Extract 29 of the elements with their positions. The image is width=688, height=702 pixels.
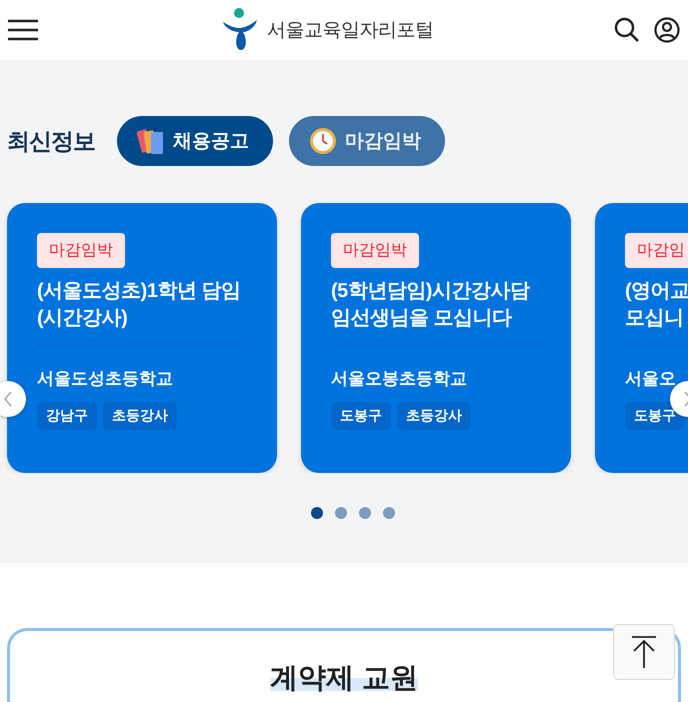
pagination-dot[interactable]: [359, 507, 371, 519]
tab[interactable]: 채용공고: [117, 116, 273, 166]
job-title: (5학년담임)시간강사담임선생님을 모십니다: [331, 279, 531, 331]
tag: 초등강사: [397, 402, 471, 430]
clock-icon: [309, 127, 337, 155]
deadline-badge: 마감임박: [37, 233, 125, 268]
job-title: (서울도성초)1학년 담임 (시간강사): [37, 279, 242, 331]
tag: 초등강사: [103, 402, 177, 430]
scroll-top-button[interactable]: [613, 624, 675, 680]
tag: 도봉구: [331, 402, 391, 430]
user-icon[interactable]: [654, 17, 680, 43]
site-title: 서울교육일자리포털: [266, 19, 434, 43]
deadline-badge: 마감임: [625, 233, 688, 268]
menu-button[interactable]: [8, 19, 38, 41]
school-name: 서울도성초등학교: [37, 368, 174, 390]
pagination-dot[interactable]: [311, 507, 323, 519]
deadline-badge: 마감임박: [331, 233, 419, 268]
job-card[interactable]: 마감임박 (5학년담임)시간강사담임선생님을 모십니다 서울오봉초등학교 도봉구 초등강사: [301, 203, 571, 473]
school-name: 서울오: [625, 368, 677, 390]
pagination-dot[interactable]: [335, 507, 347, 519]
search-icon[interactable]: [614, 17, 640, 43]
job-card[interactable]: 마감임박 (서울도성초)1학년 담임 (시간강사) 서울도성초등학교 강남구 초등강사: [7, 203, 277, 473]
pagination-dot[interactable]: [383, 507, 395, 519]
tab[interactable]: 마감임박: [289, 116, 445, 166]
tag: 강남구: [37, 402, 97, 430]
arrow-up-icon: [631, 635, 657, 669]
school-name: 서울오봉초등학교: [331, 368, 468, 390]
chevron-left-icon: [3, 391, 13, 407]
section-title: 최신정보: [7, 126, 95, 156]
